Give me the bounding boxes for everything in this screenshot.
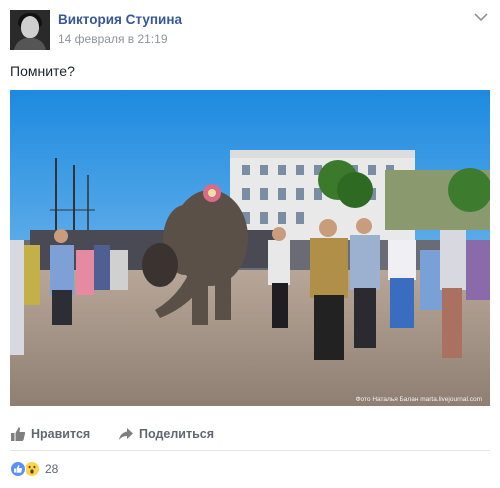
like-label: Нравится xyxy=(31,427,91,441)
post-header: Виктория Ступина 14 февраля в 21:19 xyxy=(10,10,490,50)
avatar[interactable] xyxy=(10,10,50,50)
post-text: Помните? xyxy=(10,63,75,79)
share-label: Поделиться xyxy=(139,427,215,441)
share-arrow-icon xyxy=(119,428,133,440)
author-name-link[interactable]: Виктория Ступина xyxy=(58,12,182,27)
post-photo[interactable]: Фото Наталья Балан marta.livejournal.com xyxy=(10,90,490,406)
post-actions: Нравится Поделиться xyxy=(10,420,490,448)
reaction-count: 28 xyxy=(45,462,59,476)
post-timestamp[interactable]: 14 февраля в 21:19 xyxy=(58,32,168,46)
wow-reaction-icon xyxy=(24,461,40,477)
like-button[interactable]: Нравится xyxy=(10,424,90,444)
reactions-summary[interactable]: 28 xyxy=(10,459,58,479)
like-reaction-icon xyxy=(10,461,26,477)
divider xyxy=(10,450,490,451)
thumbs-up-icon xyxy=(11,427,26,441)
photo-credit: Фото Наталья Балан marta.livejournal.com xyxy=(355,396,482,403)
share-button[interactable]: Поделиться xyxy=(118,424,214,444)
chevron-down-icon[interactable] xyxy=(474,12,488,22)
